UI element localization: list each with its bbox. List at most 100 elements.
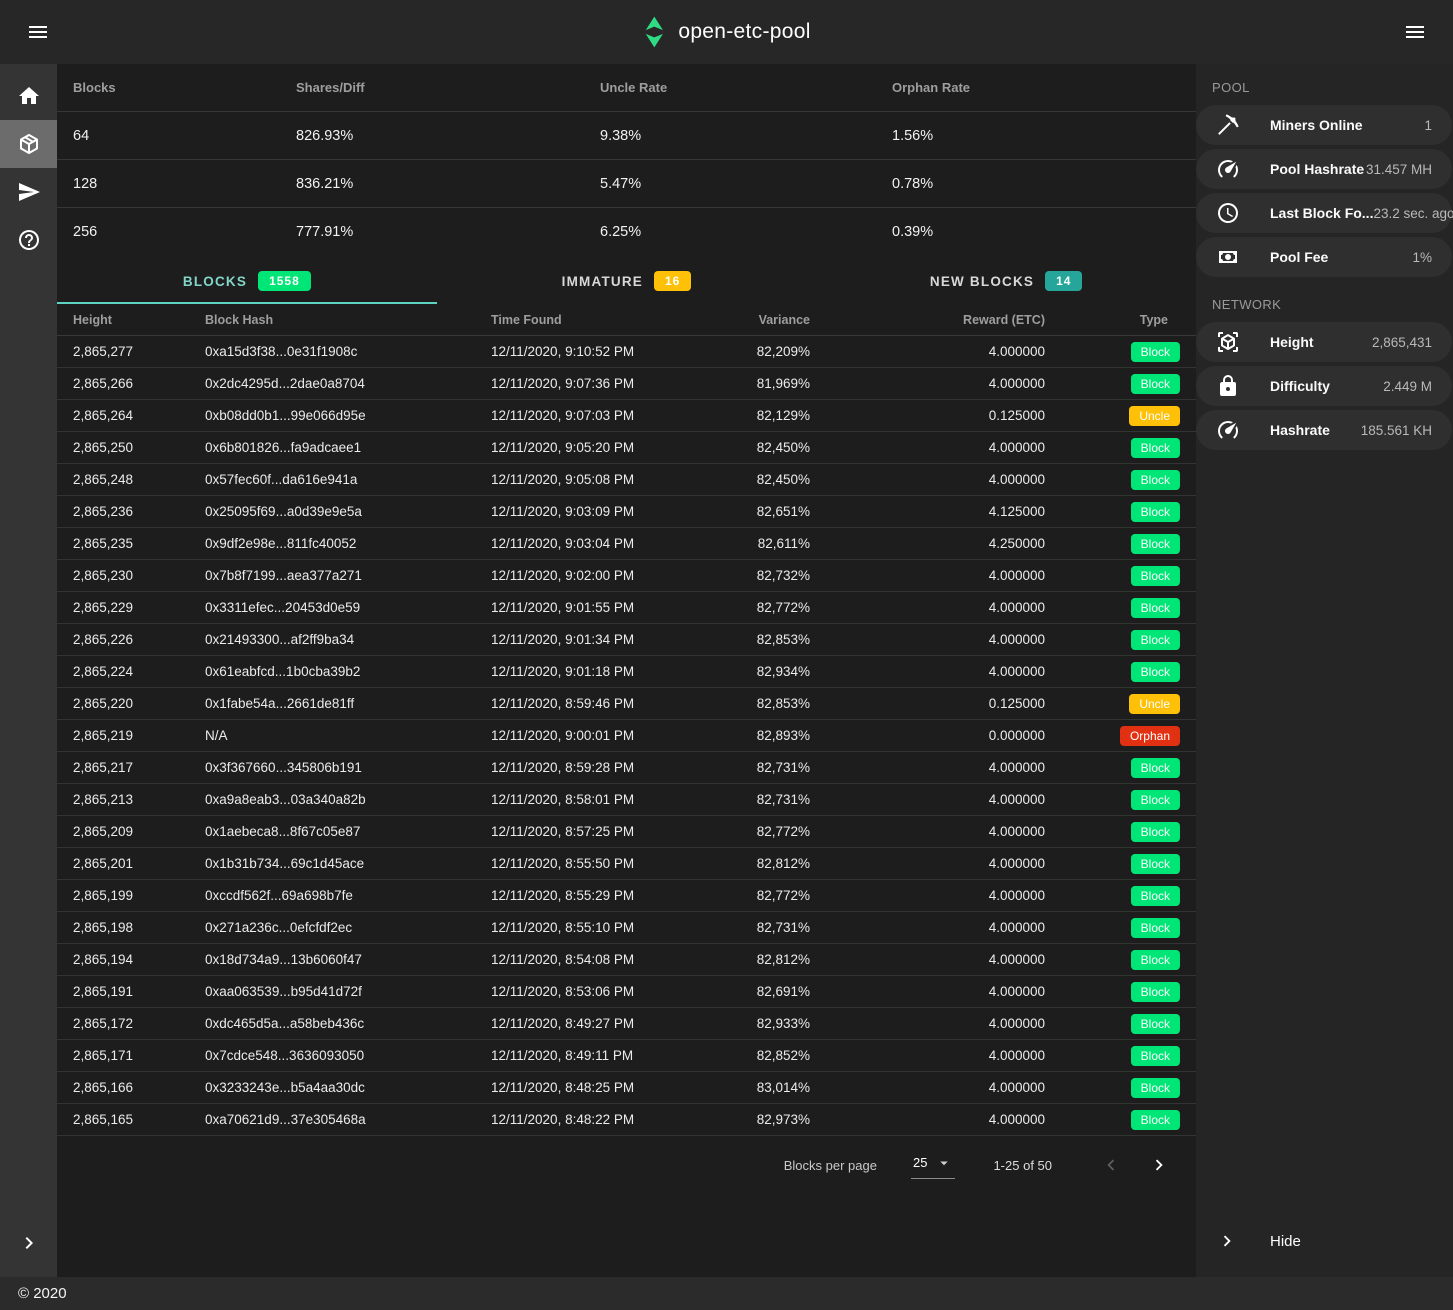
row-height: 2,865,250 [73,440,205,455]
row-time: 12/11/2020, 8:55:50 PM [491,856,671,871]
cash-icon [1216,245,1240,269]
row-variance: 82,731% [671,792,810,807]
row-time: 12/11/2020, 8:59:46 PM [491,696,671,711]
row-height: 2,865,264 [73,408,205,423]
network-hashrate: Hashrate 185.561 KH [1196,410,1452,450]
row-hash: 0x1fabe54a...2661de81ff [205,696,491,711]
row-hash: 0x1aebeca8...8f67c05e87 [205,824,491,839]
row-height: 2,865,171 [73,1048,205,1063]
row-height: 2,865,220 [73,696,205,711]
tab-immature-label: IMMATURE [562,274,643,289]
row-reward: 4.000000 [810,792,1045,807]
row-height: 2,865,266 [73,376,205,391]
row-height: 2,865,209 [73,824,205,839]
sidebar-item-home[interactable] [0,72,57,120]
sidebar-item-payments[interactable] [0,168,57,216]
row-hash: 0x1b31b734...69c1d45ace [205,856,491,871]
type-badge: Uncle [1129,694,1180,714]
row-variance: 82,731% [671,920,810,935]
row-height: 2,865,277 [73,344,205,359]
stat-value: 185.561 KH [1330,423,1432,438]
sidebar-item-help[interactable] [0,216,57,264]
gauge-icon [1216,418,1240,442]
stats-header-shares: Shares/Diff [296,80,600,95]
row-hash: 0x57fec60f...da616e941a [205,472,491,487]
row-time: 12/11/2020, 9:02:00 PM [491,568,671,583]
row-height: 2,865,213 [73,792,205,807]
row-variance: 82,973% [671,1112,810,1127]
row-hash: 0x21493300...af2ff9ba34 [205,632,491,647]
row-hash: 0x3f367660...345806b191 [205,760,491,775]
row-height: 2,865,229 [73,600,205,615]
type-badge: Block [1131,982,1180,1002]
table-row: 2,865,194 0x18d734a9...13b6060f47 12/11/… [57,944,1196,976]
hide-panel-button[interactable]: Hide [1196,1217,1453,1265]
home-icon [17,84,41,108]
type-badge: Block [1131,662,1180,682]
lock-icon [1216,374,1240,398]
copyright-text: © 2020 [18,1285,67,1302]
row-time: 12/11/2020, 8:53:06 PM [491,984,671,999]
sidebar-item-blocks[interactable] [0,120,57,168]
row-variance: 82,853% [671,696,810,711]
rail-expand-button[interactable] [0,1219,57,1267]
row-hash: 0xccdf562f...69a698b7fe [205,888,491,903]
row-time: 12/11/2020, 8:55:10 PM [491,920,671,935]
top-app-bar: open-etc-pool [0,0,1453,64]
row-hash: 0x9df2e98e...811fc40052 [205,536,491,551]
stat-value: 1% [1328,250,1432,265]
row-time: 12/11/2020, 8:55:29 PM [491,888,671,903]
row-time: 12/11/2020, 9:05:20 PM [491,440,671,455]
row-variance: 82,611% [671,536,810,551]
type-badge: Block [1131,918,1180,938]
row-reward: 4.250000 [810,536,1045,551]
row-time: 12/11/2020, 8:48:25 PM [491,1080,671,1095]
chevron-right-icon [1216,1230,1238,1252]
row-variance: 82,450% [671,440,810,455]
tab-blocks[interactable]: BLOCKS 1558 [57,258,437,304]
stats-header-blocks: Blocks [73,80,296,95]
row-height: 2,865,172 [73,1016,205,1031]
stat-label: Miners Online [1270,117,1363,133]
stats-row: 256 777.91% 6.25% 0.39% [57,208,1196,256]
row-time: 12/11/2020, 8:54:08 PM [491,952,671,967]
row-variance: 82,893% [671,728,810,743]
row-reward: 4.000000 [810,1112,1045,1127]
type-badge: Orphan [1120,726,1180,746]
row-time: 12/11/2020, 8:58:01 PM [491,792,671,807]
stat-value: 2.449 M [1330,379,1432,394]
stats-table: Blocks Shares/Diff Uncle Rate Orphan Rat… [57,64,1196,256]
row-time: 12/11/2020, 9:03:09 PM [491,504,671,519]
table-row: 2,865,172 0xdc465d5a...a58beb436c 12/11/… [57,1008,1196,1040]
row-reward: 4.000000 [810,376,1045,391]
menu-down-icon [935,1154,953,1172]
table-row: 2,865,217 0x3f367660...345806b191 12/11/… [57,752,1196,784]
right-menu-icon[interactable] [1397,14,1433,50]
table-row: 2,865,213 0xa9a8eab3...03a340a82b 12/11/… [57,784,1196,816]
row-reward: 4.000000 [810,984,1045,999]
type-badge: Block [1131,598,1180,618]
type-badge: Block [1131,566,1180,586]
stats-row: 128 836.21% 5.47% 0.78% [57,160,1196,208]
row-reward: 4.000000 [810,1016,1045,1031]
row-height: 2,865,166 [73,1080,205,1095]
pickaxe-icon [1216,113,1240,137]
row-height: 2,865,219 [73,728,205,743]
tab-immature[interactable]: IMMATURE 16 [437,258,817,304]
row-time: 12/11/2020, 8:57:25 PM [491,824,671,839]
page-title: open-etc-pool [678,20,810,44]
stats-orphan-value: 1.56% [892,128,1180,144]
row-reward: 4.000000 [810,888,1045,903]
type-badge: Block [1131,342,1180,362]
next-page-button[interactable] [1144,1150,1174,1180]
blocks-count-badge: 1558 [258,271,311,291]
row-hash: 0xaa063539...b95d41d72f [205,984,491,999]
prev-page-button[interactable] [1096,1150,1126,1180]
tab-new-blocks[interactable]: NEW BLOCKS 14 [816,258,1196,304]
per-page-select[interactable]: 25 [911,1152,955,1179]
menu-icon[interactable] [20,14,56,50]
stats-header-uncle: Uncle Rate [600,80,892,95]
row-height: 2,865,201 [73,856,205,871]
type-badge: Block [1131,1110,1180,1130]
type-badge: Block [1131,790,1180,810]
